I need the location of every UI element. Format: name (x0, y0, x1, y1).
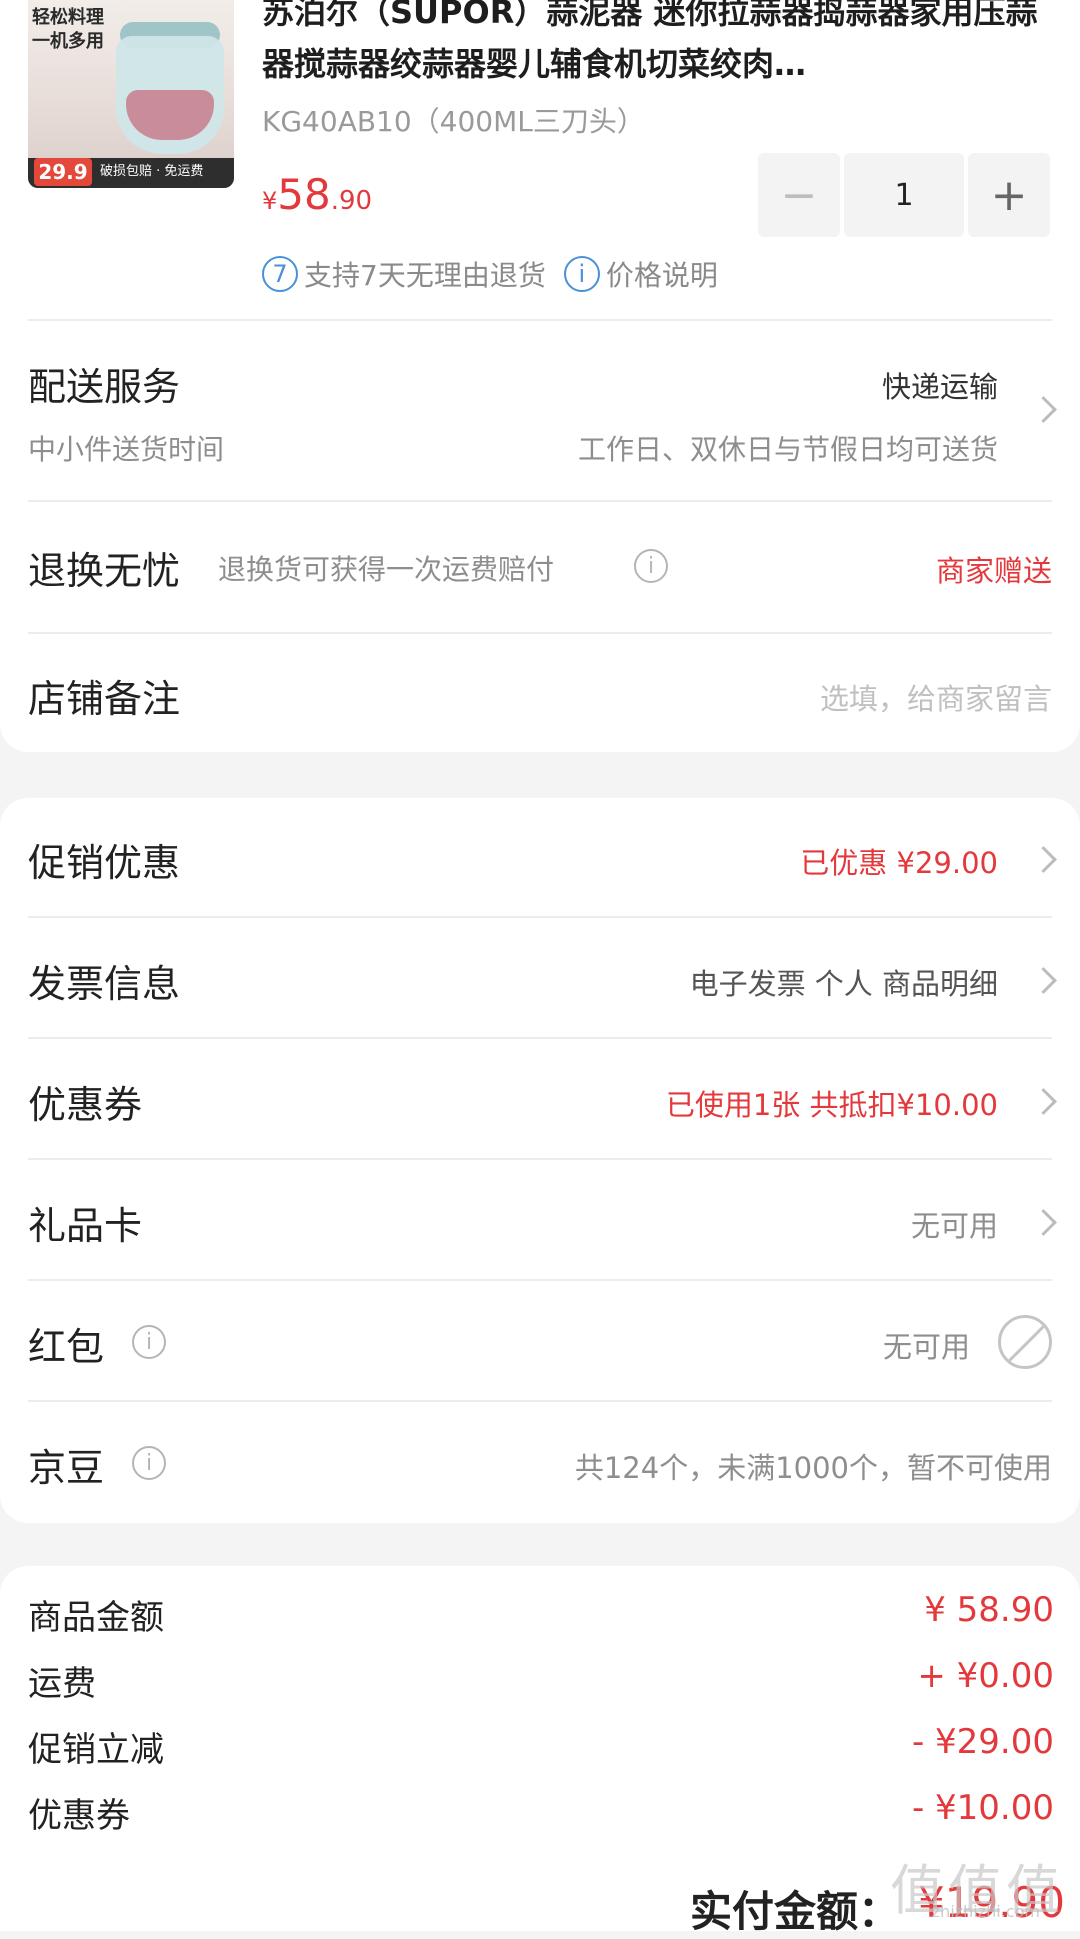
info-icon: i (563, 256, 600, 292)
delivery-time-label: 中小件送货时间 (28, 433, 225, 466)
promo-value: 已优惠 ¥29.00 (800, 846, 998, 880)
invoice-title: 发票信息 (28, 962, 181, 1006)
service-tags: 7 支持7天无理由退货 i 价格说明 (262, 254, 718, 294)
jingdou-title: 京豆 (28, 1446, 105, 1490)
chevron-right-icon (1030, 1209, 1057, 1236)
quantity-value[interactable]: 1 (844, 153, 964, 237)
summary-label: 商品金额 (28, 1598, 164, 1638)
invoice-value: 电子发票 个人 商品明细 (689, 967, 998, 1001)
divider (28, 500, 1052, 502)
redpacket-title: 红包 (28, 1325, 105, 1369)
returns-value: 商家赠送 (935, 554, 1052, 588)
seven-day-return-text[interactable]: 支持7天无理由退货 (304, 254, 546, 294)
chevron-right-icon (1030, 1088, 1057, 1115)
increase-button[interactable]: + (968, 153, 1050, 237)
product-title[interactable]: 苏泊尔（SUPOR）蒜泥器 迷你拉蒜器捣蒜器家用压蒜器搅蒜器绞蒜器婴儿辅食机切菜… (262, 0, 1052, 90)
info-icon[interactable]: i (132, 1446, 166, 1480)
unavailable-icon (998, 1315, 1052, 1369)
image-ribbon-text: 破损包赔 · 免运费 (100, 164, 204, 179)
price-explanation-link[interactable]: 价格说明 (606, 254, 718, 294)
price-decimal: .90 (330, 186, 373, 216)
redpacket-value: 无可用 (882, 1330, 970, 1364)
summary-label: 优惠券 (28, 1796, 130, 1836)
returns-title: 退换无忧 (28, 549, 181, 593)
summary-label: 促销立减 (28, 1730, 164, 1770)
divider (28, 1037, 1052, 1039)
divider (28, 1400, 1052, 1402)
summary-value: - ¥29.00 (911, 1722, 1054, 1762)
quantity-stepper: − 1 + (758, 153, 1050, 237)
delivery-method: 快递运输 (881, 370, 998, 404)
delivery-title: 配送服务 (28, 365, 181, 409)
summary-value: + ¥0.00 (917, 1656, 1054, 1696)
chevron-right-icon (1030, 846, 1057, 873)
divider (28, 1279, 1052, 1281)
coupon-title: 优惠券 (28, 1083, 143, 1127)
price-integer: 58 (277, 170, 331, 219)
summary-label: 运费 (28, 1664, 96, 1704)
delivery-time-value: 工作日、双休日与节假日均可送货 (577, 433, 998, 466)
seven-day-return-icon: 7 (262, 256, 298, 292)
product-card: 轻松料理 一机多用 29.9 破损包赔 · 免运费 苏泊尔（SUPOR）蒜泥器 … (0, 0, 1080, 752)
divider (28, 632, 1052, 634)
giftcard-title: 礼品卡 (28, 1204, 143, 1248)
image-price-badge: 29.9 (34, 158, 92, 186)
decrease-button[interactable]: − (758, 153, 840, 237)
summary-value: - ¥10.00 (911, 1788, 1054, 1828)
divider (28, 1158, 1052, 1160)
price-currency: ¥ (262, 187, 278, 215)
payment-options-card: 促销优惠 已优惠 ¥29.00 发票信息 电子发票 个人 商品明细 优惠券 已使… (0, 798, 1080, 1523)
info-icon[interactable]: i (132, 1325, 166, 1359)
info-icon[interactable]: i (634, 549, 668, 583)
note-input[interactable]: 选填，给商家留言 (820, 676, 1052, 718)
note-title: 店铺备注 (28, 677, 181, 721)
product-price: ¥58.90 (262, 170, 372, 219)
divider (28, 319, 1052, 321)
promo-title: 促销优惠 (28, 841, 181, 885)
image-tagline: 轻松料理 一机多用 (32, 7, 104, 52)
watermark-url: zhizhizhi.com (931, 1902, 1040, 1921)
returns-desc: 退换货可获得一次运费赔付 (218, 553, 555, 586)
summary-value: ¥ 58.90 (924, 1590, 1054, 1630)
chevron-right-icon (1030, 967, 1057, 994)
giftcard-value: 无可用 (910, 1209, 998, 1243)
product-spec: KG40AB10（400ML三刀头） (262, 105, 645, 138)
jingdou-value: 共124个，未满1000个，暂不可使用 (574, 1451, 1052, 1485)
total-label: 实付金额： (690, 1887, 901, 1936)
product-image[interactable]: 轻松料理 一机多用 29.9 破损包赔 · 免运费 (28, 0, 234, 188)
divider (28, 916, 1052, 918)
chevron-right-icon (1030, 396, 1057, 423)
coupon-value: 已使用1张 共抵扣¥10.00 (665, 1088, 998, 1122)
